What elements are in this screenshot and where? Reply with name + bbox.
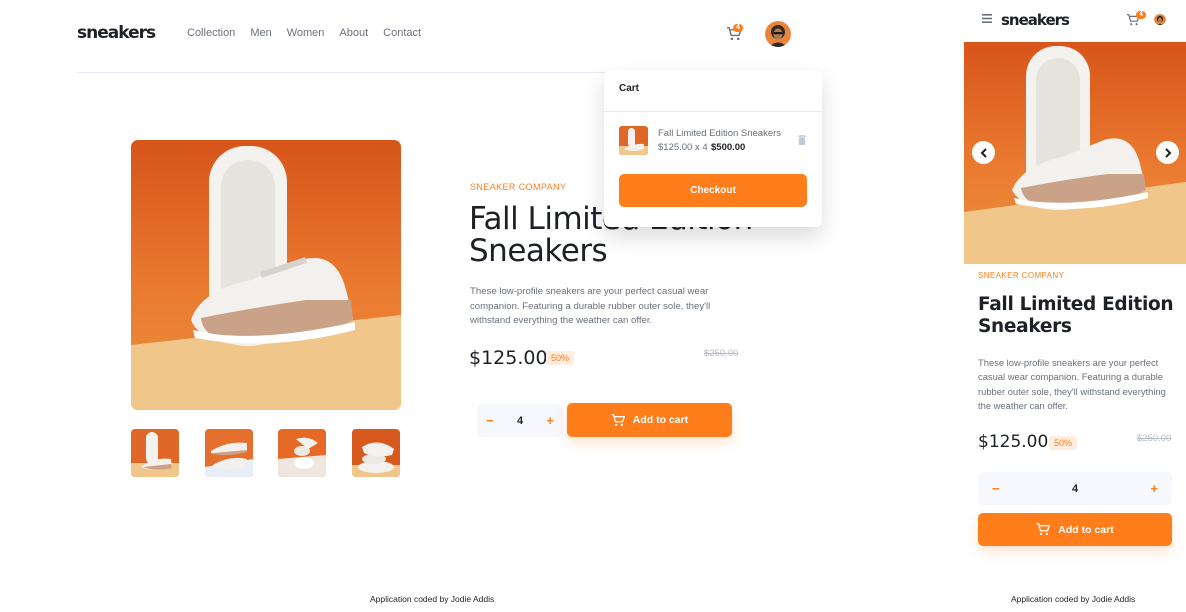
decrease-quantity-button[interactable]: −	[992, 481, 1000, 496]
quantity-value: 4	[516, 414, 524, 427]
discount-badge: 50%	[546, 351, 575, 365]
cart-count-badge: 4	[1136, 11, 1146, 19]
avatar[interactable]	[765, 21, 791, 47]
nav-about[interactable]: About	[339, 27, 368, 39]
chevron-left-icon	[980, 147, 987, 158]
company-name: SNEAKER COMPANY	[978, 271, 1065, 280]
main-nav: Collection Men Women About Contact	[187, 27, 421, 39]
add-to-cart-label: Add to cart	[632, 414, 689, 426]
add-to-cart-button[interactable]: Add to cart	[978, 513, 1172, 546]
product-image[interactable]	[964, 42, 1186, 264]
cart-count-badge: 4	[733, 24, 743, 32]
current-price: $125.00	[978, 432, 1049, 452]
add-to-cart-label: Add to cart	[1058, 523, 1114, 536]
logo[interactable]: sneakers	[77, 23, 156, 43]
attribution: Application coded by Jodie Addis	[1011, 594, 1136, 604]
company-name: SNEAKER COMPANY	[470, 182, 567, 192]
quantity-stepper: − 4 +	[477, 404, 563, 437]
increase-quantity-button[interactable]: +	[1150, 481, 1158, 496]
nav-contact[interactable]: Contact	[383, 27, 421, 39]
product-description: These low-profile sneakers are your perf…	[470, 286, 711, 327]
cart-icon	[611, 413, 625, 426]
previous-image-button[interactable]	[972, 141, 995, 164]
thumbnail-3[interactable]	[278, 429, 326, 477]
desktop-view: sneakers Collection Men Women About Cont…	[0, 0, 964, 612]
original-price: $250.00	[1137, 433, 1172, 444]
trash-icon[interactable]	[798, 135, 806, 145]
chevron-right-icon	[1164, 147, 1171, 158]
nav-collection[interactable]: Collection	[187, 27, 235, 39]
add-to-cart-button[interactable]: Add to cart	[567, 403, 732, 437]
quantity-value: 4	[1071, 482, 1079, 495]
checkout-button[interactable]: Checkout	[619, 174, 807, 207]
avatar[interactable]	[1154, 13, 1166, 25]
thumbnail-2[interactable]	[205, 429, 253, 477]
cart-heading: Cart	[619, 83, 640, 94]
attribution: Application coded by Jodie Addis	[370, 594, 495, 604]
nav-men[interactable]: Men	[250, 27, 271, 39]
decrease-quantity-button[interactable]: −	[486, 413, 494, 428]
cart-dropdown: Cart Fall Limited Edition Sneakers $125.…	[604, 70, 822, 227]
current-price: $125.00	[469, 347, 548, 369]
product-image[interactable]	[131, 140, 401, 410]
thumbnail-4[interactable]	[352, 429, 400, 477]
cart-item-name: Fall Limited Edition Sneakers	[658, 128, 782, 139]
nav-women[interactable]: Women	[287, 27, 325, 39]
product-title: Fall Limited Edition Sneakers	[978, 294, 1174, 337]
hamburger-icon[interactable]	[982, 14, 992, 23]
cart-item-thumbnail	[619, 126, 648, 155]
mobile-view: sneakers 4 SNEAKER COMPANY Fall Limited …	[964, 0, 1186, 612]
increase-quantity-button[interactable]: +	[546, 413, 554, 428]
quantity-stepper: − 4 +	[978, 472, 1172, 505]
logo[interactable]: sneakers	[1001, 11, 1070, 29]
discount-badge: 50%	[1049, 436, 1078, 450]
cart-divider	[604, 111, 822, 112]
original-price: $250.00	[704, 348, 739, 359]
product-description: These low-profile sneakers are your perf…	[978, 357, 1166, 411]
thumbnail-1[interactable]	[131, 429, 179, 477]
cart-item-calc: $125.00 x 4	[658, 142, 708, 153]
next-image-button[interactable]	[1156, 141, 1179, 164]
cart-item-total: $500.00	[711, 142, 746, 153]
cart-icon	[1036, 523, 1051, 536]
